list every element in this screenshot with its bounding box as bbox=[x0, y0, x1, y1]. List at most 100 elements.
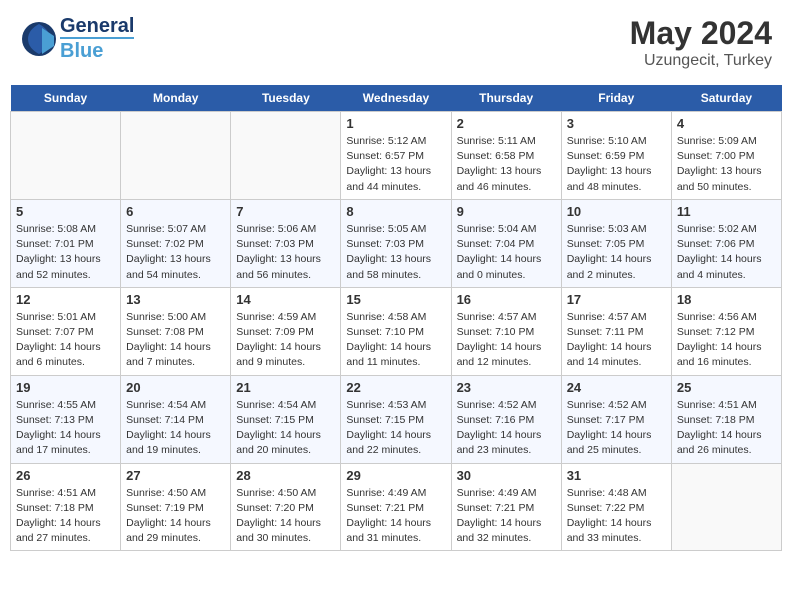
calendar-cell: 24 Sunrise: 4:52 AMSunset: 7:17 PMDayligh… bbox=[561, 375, 671, 463]
day-number: 25 bbox=[677, 380, 776, 395]
logo: General Blue bbox=[20, 15, 134, 62]
calendar-cell: 2 Sunrise: 5:11 AMSunset: 6:58 PMDaylight… bbox=[451, 112, 561, 200]
day-number: 30 bbox=[457, 468, 556, 483]
calendar-cell: 27Sunrise: 4:50 AMSunset: 7:19 PMDayligh… bbox=[121, 463, 231, 551]
calendar-cell bbox=[231, 112, 341, 200]
calendar-cell: 5 Sunrise: 5:08 AMSunset: 7:01 PMDaylight… bbox=[11, 199, 121, 287]
calendar-cell: 30 Sunrise: 4:49 AMSunset: 7:21 PMDayligh… bbox=[451, 463, 561, 551]
day-number: 14 bbox=[236, 292, 335, 307]
day-info: Sunrise: 4:55 AMSunset: 7:13 PMDaylight:… bbox=[16, 398, 115, 459]
calendar-day-header-friday: Friday bbox=[561, 85, 671, 112]
day-number: 19 bbox=[16, 380, 115, 395]
calendar-cell: 15Sunrise: 4:58 AMSunset: 7:10 PMDayligh… bbox=[341, 287, 451, 375]
calendar-cell: 21Sunrise: 4:54 AMSunset: 7:15 PMDayligh… bbox=[231, 375, 341, 463]
day-number: 1 bbox=[346, 116, 445, 131]
calendar-cell: 11Sunrise: 5:02 AMSunset: 7:06 PMDayligh… bbox=[671, 199, 781, 287]
calendar-header-row: SundayMondayTuesdayWednesdayThursdayFrid… bbox=[11, 85, 782, 112]
calendar-cell: 1 Sunrise: 5:12 AMSunset: 6:57 PMDaylight… bbox=[341, 112, 451, 200]
calendar-week-row-5: 26 Sunrise: 4:51 AMSunset: 7:18 PMDayligh… bbox=[11, 463, 782, 551]
calendar-day-header-sunday: Sunday bbox=[11, 85, 121, 112]
day-info: Sunrise: 5:06 AMSunset: 7:03 PMDaylight:… bbox=[236, 222, 335, 283]
day-info: Sunrise: 4:52 AMSunset: 7:16 PMDaylight:… bbox=[457, 398, 556, 459]
calendar-cell: 4 Sunrise: 5:09 AMSunset: 7:00 PMDaylight… bbox=[671, 112, 781, 200]
day-info: Sunrise: 5:12 AMSunset: 6:57 PMDaylight:… bbox=[346, 134, 445, 195]
day-info: Sunrise: 4:49 AMSunset: 7:21 PMDaylight:… bbox=[457, 486, 556, 547]
day-number: 4 bbox=[677, 116, 776, 131]
calendar-day-header-saturday: Saturday bbox=[671, 85, 781, 112]
day-info: Sunrise: 5:08 AMSunset: 7:01 PMDaylight:… bbox=[16, 222, 115, 283]
calendar-cell: 9 Sunrise: 5:04 AMSunset: 7:04 PMDaylight… bbox=[451, 199, 561, 287]
day-info: Sunrise: 4:48 AMSunset: 7:22 PMDaylight:… bbox=[567, 486, 666, 547]
calendar-cell: 31 Sunrise: 4:48 AMSunset: 7:22 PMDayligh… bbox=[561, 463, 671, 551]
day-number: 27 bbox=[126, 468, 225, 483]
calendar-cell: 23 Sunrise: 4:52 AMSunset: 7:16 PMDayligh… bbox=[451, 375, 561, 463]
calendar-week-row-3: 12Sunrise: 5:01 AMSunset: 7:07 PMDayligh… bbox=[11, 287, 782, 375]
day-info: Sunrise: 4:54 AMSunset: 7:14 PMDaylight:… bbox=[126, 398, 225, 459]
calendar-cell: 19 Sunrise: 4:55 AMSunset: 7:13 PMDayligh… bbox=[11, 375, 121, 463]
day-info: Sunrise: 4:51 AMSunset: 7:18 PMDaylight:… bbox=[16, 486, 115, 547]
calendar-cell: 13Sunrise: 5:00 AMSunset: 7:08 PMDayligh… bbox=[121, 287, 231, 375]
calendar-day-header-thursday: Thursday bbox=[451, 85, 561, 112]
day-number: 17 bbox=[567, 292, 666, 307]
day-info: Sunrise: 5:11 AMSunset: 6:58 PMDaylight:… bbox=[457, 134, 556, 195]
day-number: 20 bbox=[126, 380, 225, 395]
day-number: 31 bbox=[567, 468, 666, 483]
calendar-cell: 14 Sunrise: 4:59 AMSunset: 7:09 PMDayligh… bbox=[231, 287, 341, 375]
calendar-cell: 3Sunrise: 5:10 AMSunset: 6:59 PMDaylight… bbox=[561, 112, 671, 200]
day-number: 13 bbox=[126, 292, 225, 307]
day-number: 15 bbox=[346, 292, 445, 307]
day-number: 26 bbox=[16, 468, 115, 483]
day-info: Sunrise: 5:10 AMSunset: 6:59 PMDaylight:… bbox=[567, 134, 666, 195]
day-number: 21 bbox=[236, 380, 335, 395]
calendar-day-header-tuesday: Tuesday bbox=[231, 85, 341, 112]
day-info: Sunrise: 5:04 AMSunset: 7:04 PMDaylight:… bbox=[457, 222, 556, 283]
day-info: Sunrise: 5:07 AMSunset: 7:02 PMDaylight:… bbox=[126, 222, 225, 283]
day-number: 16 bbox=[457, 292, 556, 307]
day-number: 24 bbox=[567, 380, 666, 395]
day-number: 2 bbox=[457, 116, 556, 131]
calendar-cell: 16 Sunrise: 4:57 AMSunset: 7:10 PMDayligh… bbox=[451, 287, 561, 375]
day-info: Sunrise: 5:09 AMSunset: 7:00 PMDaylight:… bbox=[677, 134, 776, 195]
calendar-week-row-2: 5 Sunrise: 5:08 AMSunset: 7:01 PMDaylight… bbox=[11, 199, 782, 287]
day-number: 9 bbox=[457, 204, 556, 219]
logo-blue: Blue bbox=[60, 37, 134, 62]
day-number: 5 bbox=[16, 204, 115, 219]
calendar-cell: 10Sunrise: 5:03 AMSunset: 7:05 PMDayligh… bbox=[561, 199, 671, 287]
calendar-cell: 6 Sunrise: 5:07 AMSunset: 7:02 PMDaylight… bbox=[121, 199, 231, 287]
calendar-week-row-1: 1 Sunrise: 5:12 AMSunset: 6:57 PMDaylight… bbox=[11, 112, 782, 200]
day-info: Sunrise: 4:53 AMSunset: 7:15 PMDaylight:… bbox=[346, 398, 445, 459]
day-number: 8 bbox=[346, 204, 445, 219]
calendar-week-row-4: 19 Sunrise: 4:55 AMSunset: 7:13 PMDayligh… bbox=[11, 375, 782, 463]
day-number: 18 bbox=[677, 292, 776, 307]
day-number: 28 bbox=[236, 468, 335, 483]
day-info: Sunrise: 4:56 AMSunset: 7:12 PMDaylight:… bbox=[677, 310, 776, 371]
day-info: Sunrise: 4:52 AMSunset: 7:17 PMDaylight:… bbox=[567, 398, 666, 459]
calendar-cell: 20 Sunrise: 4:54 AMSunset: 7:14 PMDayligh… bbox=[121, 375, 231, 463]
day-info: Sunrise: 4:50 AMSunset: 7:20 PMDaylight:… bbox=[236, 486, 335, 547]
day-number: 7 bbox=[236, 204, 335, 219]
day-info: Sunrise: 4:59 AMSunset: 7:09 PMDaylight:… bbox=[236, 310, 335, 371]
calendar-cell: 17 Sunrise: 4:57 AMSunset: 7:11 PMDayligh… bbox=[561, 287, 671, 375]
calendar-day-header-wednesday: Wednesday bbox=[341, 85, 451, 112]
day-number: 29 bbox=[346, 468, 445, 483]
calendar-cell bbox=[121, 112, 231, 200]
day-info: Sunrise: 5:05 AMSunset: 7:03 PMDaylight:… bbox=[346, 222, 445, 283]
day-number: 6 bbox=[126, 204, 225, 219]
calendar-cell: 7 Sunrise: 5:06 AMSunset: 7:03 PMDaylight… bbox=[231, 199, 341, 287]
calendar-cell: 26 Sunrise: 4:51 AMSunset: 7:18 PMDayligh… bbox=[11, 463, 121, 551]
calendar-cell: 8 Sunrise: 5:05 AMSunset: 7:03 PMDaylight… bbox=[341, 199, 451, 287]
logo-general: General bbox=[60, 15, 134, 37]
calendar-cell: 28 Sunrise: 4:50 AMSunset: 7:20 PMDayligh… bbox=[231, 463, 341, 551]
calendar-cell: 22Sunrise: 4:53 AMSunset: 7:15 PMDayligh… bbox=[341, 375, 451, 463]
day-number: 11 bbox=[677, 204, 776, 219]
day-number: 23 bbox=[457, 380, 556, 395]
location: Uzungecit, Turkey bbox=[630, 52, 772, 70]
calendar-cell bbox=[11, 112, 121, 200]
day-info: Sunrise: 4:49 AMSunset: 7:21 PMDaylight:… bbox=[346, 486, 445, 547]
day-info: Sunrise: 4:57 AMSunset: 7:10 PMDaylight:… bbox=[457, 310, 556, 371]
calendar-table: SundayMondayTuesdayWednesdayThursdayFrid… bbox=[10, 85, 782, 551]
day-info: Sunrise: 4:57 AMSunset: 7:11 PMDaylight:… bbox=[567, 310, 666, 371]
calendar-cell bbox=[671, 463, 781, 551]
title-section: May 2024 Uzungecit, Turkey bbox=[630, 15, 772, 70]
calendar-cell: 18 Sunrise: 4:56 AMSunset: 7:12 PMDayligh… bbox=[671, 287, 781, 375]
